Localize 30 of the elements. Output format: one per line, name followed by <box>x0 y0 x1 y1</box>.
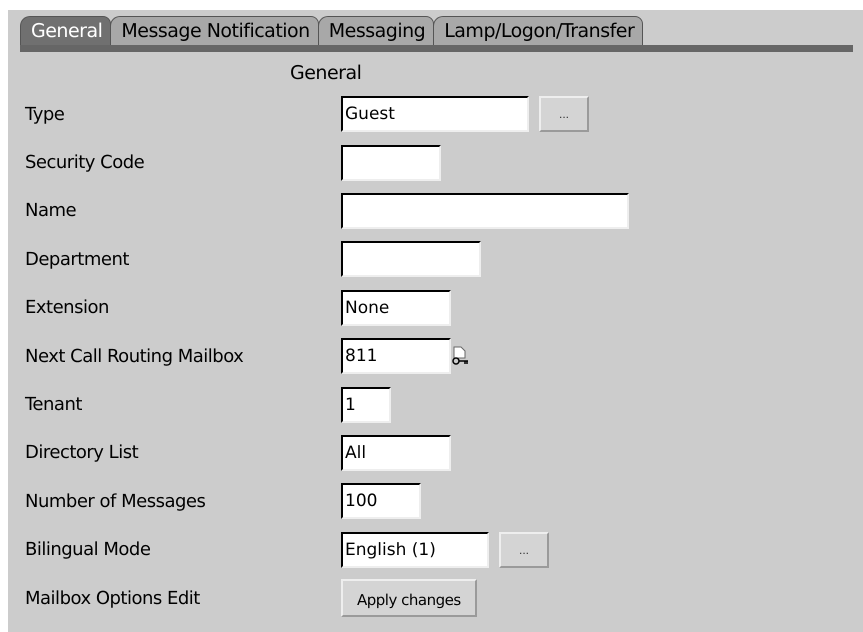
key-icon[interactable] <box>451 346 469 366</box>
field-label: Tenant <box>24 394 83 416</box>
tab[interactable]: Message Notification <box>110 16 319 45</box>
input-field[interactable] <box>341 144 441 181</box>
tab[interactable]: Lamp/Logon/Transfer <box>433 16 644 45</box>
input-field[interactable]: 100 <box>341 483 421 520</box>
field-label: Mailbox Options Edit <box>24 588 201 609</box>
field-label: Bilingual Mode <box>24 539 152 560</box>
input-field[interactable]: 1 <box>341 386 391 423</box>
field-label: Extension <box>24 297 110 318</box>
field-label: Number of Messages <box>24 490 206 512</box>
input-field[interactable]: None <box>341 290 451 326</box>
input-field[interactable]: Guest <box>341 96 529 132</box>
browse-button[interactable]: ... <box>499 532 549 568</box>
field-label: Name <box>24 200 78 222</box>
field-label: Department <box>24 248 130 270</box>
apply-button[interactable]: Apply changes <box>341 579 477 618</box>
tab[interactable]: Messaging <box>318 16 434 45</box>
field-label: Next Call Routing Mailbox <box>24 346 244 367</box>
input-field[interactable]: English (1) <box>341 532 489 568</box>
section-title: General <box>290 62 362 84</box>
field-label: Security Code <box>24 152 146 174</box>
browse-button[interactable]: ... <box>539 96 589 132</box>
field-label: Directory List <box>24 442 140 464</box>
tab[interactable]: General <box>20 16 112 45</box>
input-field[interactable] <box>341 241 481 278</box>
input-field[interactable] <box>341 192 629 229</box>
input-field[interactable]: All <box>341 434 451 471</box>
field-label: Type <box>24 104 66 125</box>
input-field[interactable]: 811 <box>341 338 451 374</box>
